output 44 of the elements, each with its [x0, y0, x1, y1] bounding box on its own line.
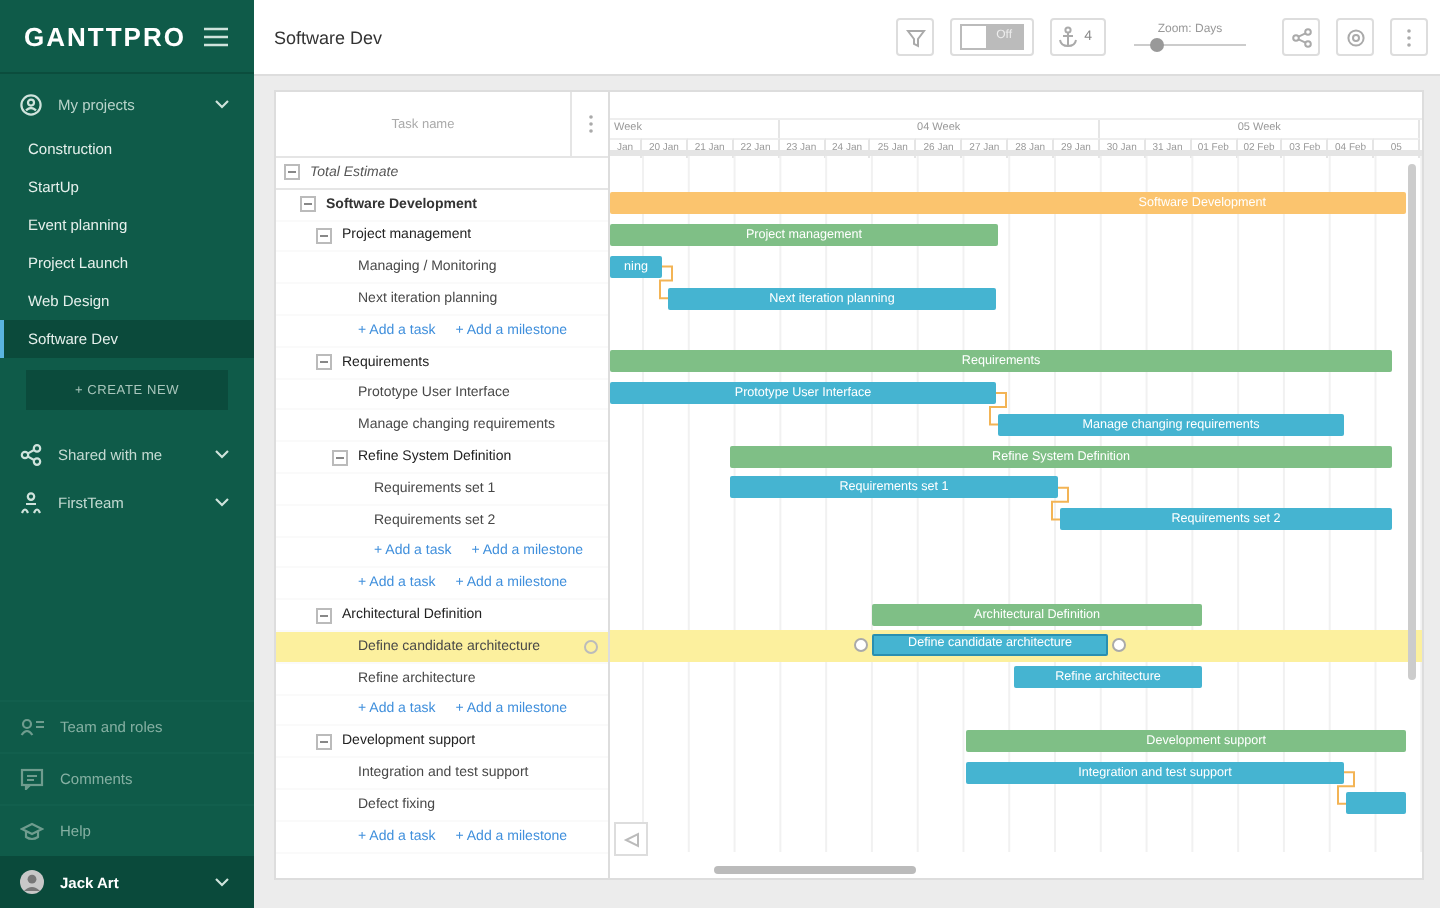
avatar-icon: [20, 870, 44, 894]
collapse-toggle[interactable]: [300, 196, 316, 213]
settings-button[interactable]: [1336, 18, 1374, 56]
dependency-connector: [989, 392, 1007, 426]
arrow-left-icon: [622, 831, 640, 847]
team-icon: [20, 491, 42, 513]
collapse-toggle[interactable]: [284, 164, 300, 181]
slider-thumb[interactable]: [1149, 37, 1164, 51]
anchor-icon: [1058, 26, 1079, 48]
link-handle[interactable]: [854, 637, 868, 652]
chevron-down-icon[interactable]: [214, 876, 230, 888]
comment-icon: [20, 768, 44, 790]
share-button[interactable]: [1282, 18, 1320, 56]
team-icon: [20, 716, 44, 738]
share-icon: [1291, 27, 1311, 47]
dependency-connector: [1051, 486, 1069, 521]
chevron-down-icon[interactable]: [214, 448, 230, 460]
menu-icon[interactable]: [202, 25, 230, 47]
more-vertical-icon[interactable]: [587, 114, 593, 134]
collapse-toggle[interactable]: [316, 733, 332, 750]
filter-button[interactable]: [896, 18, 935, 56]
link-handle[interactable]: [1112, 637, 1126, 652]
graduation-cap-icon: [20, 820, 44, 842]
settings-icon: [1345, 27, 1365, 47]
filter-icon: [905, 27, 926, 47]
collapse-panel-button[interactable]: [614, 822, 648, 856]
user-circle-icon: [20, 93, 42, 115]
dependency-connector: [659, 265, 673, 300]
share-icon: [20, 443, 42, 465]
project-title: Software Dev: [274, 27, 385, 47]
more-vertical-icon: [1406, 27, 1412, 47]
more-button[interactable]: [1390, 18, 1428, 56]
dependency-connector: [1337, 771, 1355, 805]
chevron-down-icon[interactable]: [214, 496, 230, 508]
task-bar[interactable]: [1346, 792, 1406, 815]
vertical-scrollbar[interactable]: [1408, 164, 1416, 680]
chevron-down-icon[interactable]: [214, 98, 230, 110]
collapse-toggle[interactable]: [332, 449, 348, 466]
collapse-toggle[interactable]: [316, 227, 332, 244]
collapse-toggle[interactable]: [316, 354, 332, 371]
collapse-toggle[interactable]: [316, 607, 332, 624]
horizontal-scrollbar[interactable]: [714, 866, 916, 874]
app-logo: GANTTPRO: [24, 21, 186, 51]
circle-icon[interactable]: [584, 639, 598, 654]
